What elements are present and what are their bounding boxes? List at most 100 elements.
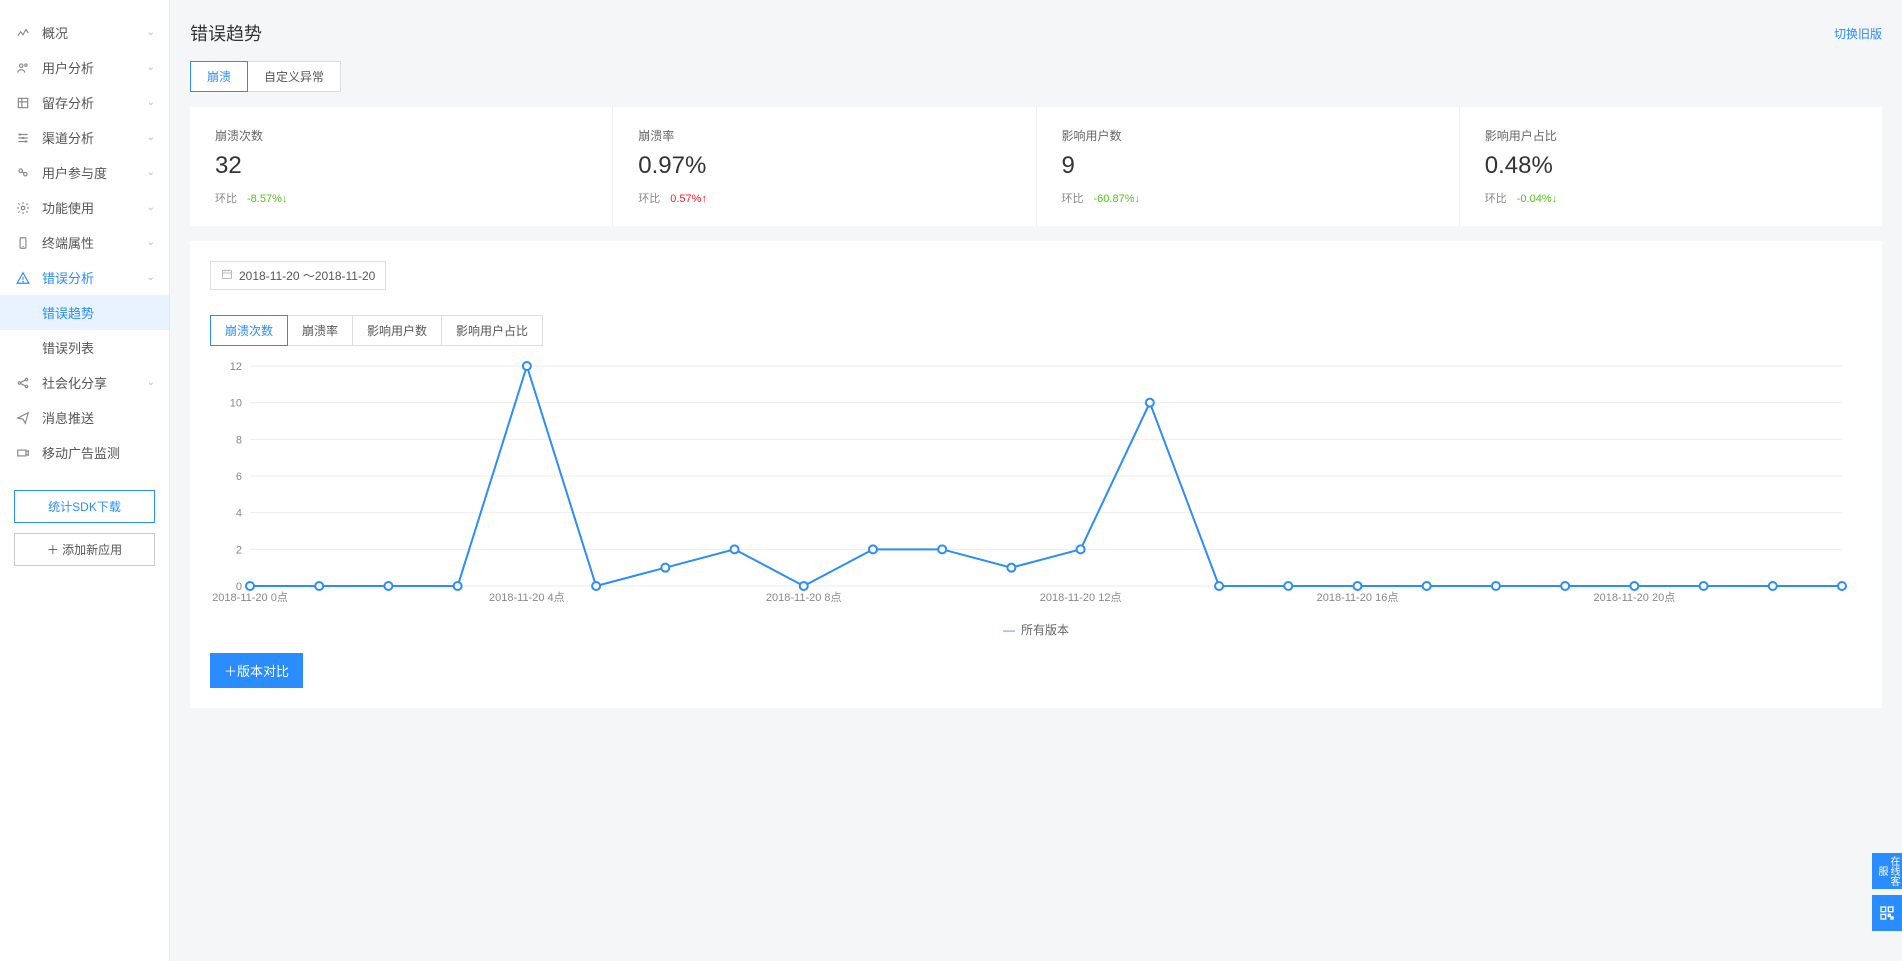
sidebar-item-0[interactable]: 概况 ⌄ — [0, 15, 169, 50]
ad-icon — [14, 446, 32, 460]
stat-card-2: 影响用户数 9 环比-60.87%↓ — [1037, 107, 1460, 226]
type-tabs: 崩溃自定义异常 — [190, 61, 1902, 92]
date-range-text: 2018-11-20 ～2018-11-20 — [239, 267, 375, 284]
stat-value: 0.48% — [1485, 152, 1857, 180]
chart-card: 2018-11-20 ～2018-11-20 崩溃次数崩溃率影响用户数影响用户占… — [190, 241, 1882, 708]
send-icon — [14, 411, 32, 425]
sidebar-item-label: 错误分析 — [42, 268, 94, 287]
plus-icon: ＋ — [47, 543, 59, 557]
type-tab-1[interactable]: 自定义异常 — [248, 61, 341, 92]
chart-metric-tabs: 崩溃次数崩溃率影响用户数影响用户占比 — [210, 315, 1862, 346]
type-tab-0[interactable]: 崩溃 — [190, 61, 248, 92]
sidebar-item-label: 社会化分享 — [42, 373, 107, 392]
svg-text:2018-11-20 20点: 2018-11-20 20点 — [1593, 591, 1675, 604]
sidebar-item-2[interactable]: 留存分析 ⌄ — [0, 85, 169, 120]
sidebar-item-8[interactable]: 社会化分享 ⌄ — [0, 365, 169, 400]
sidebar-item-label: 概况 — [42, 23, 68, 42]
svg-text:2018-11-20 12点: 2018-11-20 12点 — [1040, 591, 1122, 604]
plus-icon: ＋ — [224, 664, 237, 679]
chevron-down-icon: ⌄ — [147, 132, 155, 143]
sidebar-item-5[interactable]: 功能使用 ⌄ — [0, 190, 169, 225]
share-icon — [14, 376, 32, 390]
svg-text:2018-11-20 0点: 2018-11-20 0点 — [212, 591, 288, 604]
gear-icon — [14, 201, 32, 215]
svg-text:8: 8 — [236, 434, 242, 446]
chart-legend: —所有版本 — [210, 621, 1862, 638]
svg-text:2018-11-20 16点: 2018-11-20 16点 — [1317, 591, 1399, 604]
stat-card-1: 崩溃率 0.97% 环比0.57%↑ — [613, 107, 1036, 226]
chevron-down-icon: ⌄ — [147, 97, 155, 108]
stat-value: 9 — [1062, 152, 1434, 180]
sidebar-item-label: 移动广告监测 — [42, 443, 120, 462]
page-title: 错误趋势 — [190, 20, 262, 46]
warn-icon — [14, 271, 32, 285]
chevron-down-icon: ⌄ — [147, 237, 155, 248]
retain-icon — [14, 96, 32, 110]
stat-delta: 环比0.57%↑ — [638, 190, 1010, 206]
stat-label: 影响用户占比 — [1485, 127, 1857, 144]
main-content: 错误趋势 切换旧版 崩溃自定义异常 崩溃次数 32 环比-8.57%↓ 崩溃率 … — [170, 0, 1902, 961]
sidebar-item-6[interactable]: 终端属性 ⌄ — [0, 225, 169, 260]
sidebar-item-label: 用户分析 — [42, 58, 94, 77]
sidebar-item-label: 终端属性 — [42, 233, 94, 252]
svg-text:2018-11-20 4点: 2018-11-20 4点 — [489, 591, 565, 604]
chart-tab-3[interactable]: 影响用户占比 — [442, 315, 543, 346]
version-compare-button[interactable]: ＋版本对比 — [210, 653, 303, 688]
sidebar-item-1[interactable]: 用户分析 ⌄ — [0, 50, 169, 85]
sidebar-item-10[interactable]: 移动广告监测⌄ — [0, 435, 169, 470]
stat-value: 0.97% — [638, 152, 1010, 180]
stat-value: 32 — [215, 152, 587, 180]
users-icon — [14, 61, 32, 75]
online-chat-button[interactable]: 在线客服 — [1872, 853, 1902, 889]
sidebar-item-4[interactable]: 用户参与度 ⌄ — [0, 155, 169, 190]
sidebar-item-7[interactable]: 错误分析 ⌄ — [0, 260, 169, 295]
switch-old-link[interactable]: 切换旧版 — [1834, 25, 1882, 42]
chart-tab-1[interactable]: 崩溃率 — [288, 315, 353, 346]
sidebar-item-label: 留存分析 — [42, 93, 94, 112]
chevron-down-icon: ⌄ — [147, 27, 155, 38]
svg-text:12: 12 — [230, 361, 242, 373]
svg-text:2018-11-20 8点: 2018-11-20 8点 — [766, 591, 842, 604]
sidebar-item-9[interactable]: 消息推送⌄ — [0, 400, 169, 435]
channel-icon — [14, 131, 32, 145]
chevron-down-icon: ⌄ — [147, 377, 155, 388]
stat-label: 崩溃率 — [638, 127, 1010, 144]
calendar-icon — [221, 268, 233, 283]
chevron-down-icon: ⌄ — [147, 167, 155, 178]
stat-label: 影响用户数 — [1062, 127, 1434, 144]
stat-card-0: 崩溃次数 32 环比-8.57%↓ — [190, 107, 613, 226]
device-icon — [14, 236, 32, 250]
sidebar-sub-item-0[interactable]: 错误趋势 — [0, 295, 169, 330]
sidebar-item-3[interactable]: 渠道分析 ⌄ — [0, 120, 169, 155]
svg-text:4: 4 — [236, 508, 242, 520]
stat-card-3: 影响用户占比 0.48% 环比-0.04%↓ — [1460, 107, 1882, 226]
chart-tab-0[interactable]: 崩溃次数 — [210, 315, 288, 346]
chevron-down-icon: ⌄ — [147, 202, 155, 213]
svg-text:2: 2 — [236, 544, 242, 556]
svg-text:10: 10 — [230, 398, 242, 410]
chart-icon — [14, 26, 32, 40]
svg-text:6: 6 — [236, 471, 242, 483]
sidebar-sub-item-1[interactable]: 错误列表 — [0, 330, 169, 365]
stat-delta: 环比-8.57%↓ — [215, 190, 587, 206]
stat-label: 崩溃次数 — [215, 127, 587, 144]
sidebar-item-label: 功能使用 — [42, 198, 94, 217]
sidebar-item-label: 用户参与度 — [42, 163, 107, 182]
chevron-down-icon: ⌄ — [147, 62, 155, 73]
stats-row: 崩溃次数 32 环比-8.57%↓ 崩溃率 0.97% 环比0.57%↑ 影响用… — [190, 107, 1882, 226]
add-app-button[interactable]: ＋ 添加新应用 — [14, 533, 155, 566]
sidebar: 概况⌄用户分析⌄留存分析⌄渠道分析⌄用户参与度⌄功能使用⌄终端属性⌄错误分析⌄错… — [0, 0, 170, 961]
stat-delta: 环比-60.87%↓ — [1062, 190, 1434, 206]
float-widgets: 在线客服 — [1872, 853, 1902, 931]
chart-tab-2[interactable]: 影响用户数 — [353, 315, 442, 346]
stat-delta: 环比-0.04%↓ — [1485, 190, 1857, 206]
engage-icon — [14, 166, 32, 180]
sdk-download-button[interactable]: 统计SDK下载 — [14, 490, 155, 523]
date-range-picker[interactable]: 2018-11-20 ～2018-11-20 — [210, 261, 386, 290]
sidebar-item-label: 渠道分析 — [42, 128, 94, 147]
legend-marker-icon: — — [1003, 623, 1015, 637]
qr-code-button[interactable] — [1872, 895, 1902, 931]
chevron-down-icon: ⌄ — [147, 272, 155, 283]
line-chart: 0246810122018-11-20 0点2018-11-20 4点2018-… — [210, 356, 1862, 616]
sidebar-item-label: 消息推送 — [42, 408, 94, 427]
